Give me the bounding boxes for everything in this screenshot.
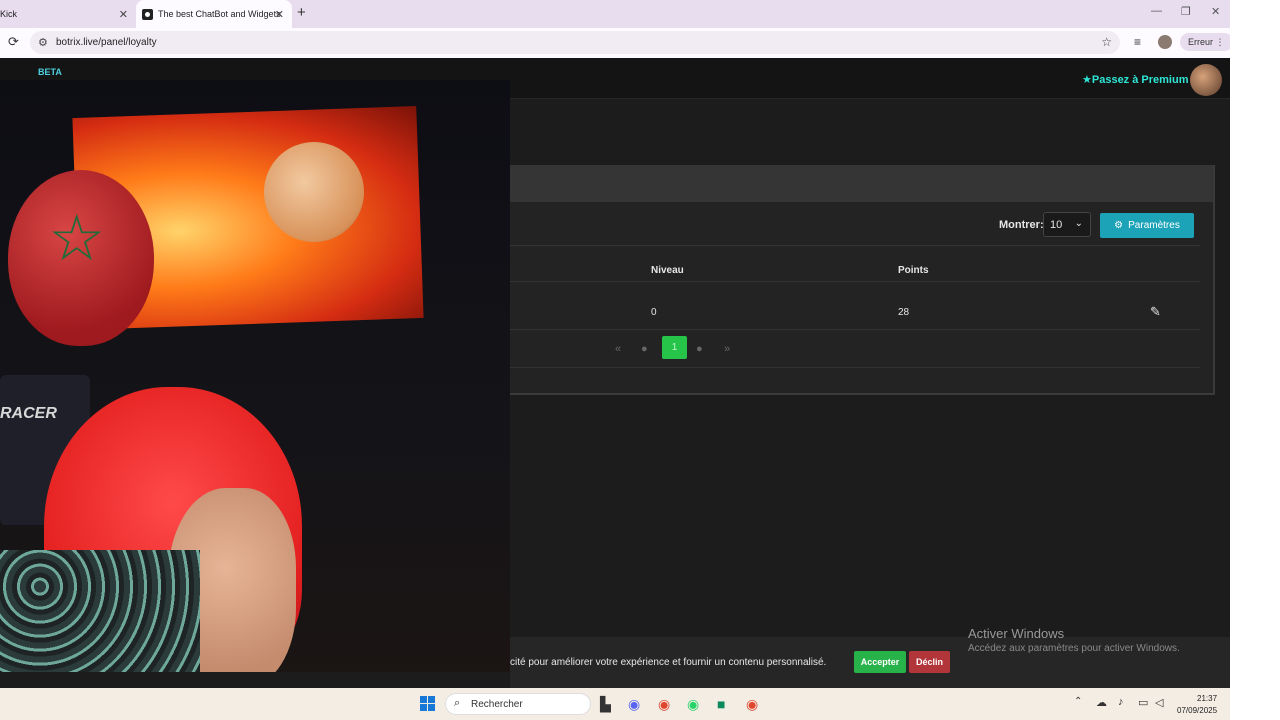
windows-taskbar: ⌕ Rechercher ▙ ◉ ◉ ◉ ■ ◉ ⌃ ☁ ♪ ▭ ◁ 21:37…	[0, 688, 1230, 720]
microphone-icon[interactable]: ♪	[1118, 696, 1124, 708]
screen-edge	[1230, 0, 1280, 720]
card-header	[510, 165, 1213, 202]
taskbar-search[interactable]: ⌕ Rechercher	[445, 693, 591, 715]
clock-time: 21:37	[1197, 694, 1218, 703]
moon-image	[264, 142, 364, 242]
cloud-icon[interactable]: ☁	[1096, 696, 1107, 709]
page-size-select[interactable]: 10 ⌄	[1043, 212, 1091, 237]
column-header-niveau[interactable]: Niveau	[651, 265, 684, 276]
premium-link[interactable]: ★Passez à Premium	[1082, 73, 1189, 86]
edit-pencil-icon[interactable]: ✎	[1150, 304, 1161, 320]
cell-points: 28	[898, 307, 910, 318]
divider	[510, 281, 1200, 282]
column-header-points[interactable]: Points	[898, 265, 929, 276]
task-view-icon[interactable]: ▙	[600, 696, 611, 713]
search-icon: ⌕	[454, 697, 461, 709]
url-text: botrix.live/panel/loyalty	[56, 37, 157, 48]
browser-tab-bar: Kick ✕ The best ChatBot and Widgets ✕ + …	[0, 0, 1230, 28]
person-shirt	[0, 550, 200, 672]
cell-niveau: 0	[651, 307, 657, 318]
whatsapp-icon[interactable]: ◉	[687, 696, 699, 713]
address-bar-row: ⟳ ⚙ botrix.live/panel/loyalty ☆	[0, 28, 1230, 58]
cookie-text: cité pour améliorer votre expérience et …	[510, 657, 827, 668]
star-icon: ★	[1082, 74, 1092, 86]
flag-star-icon: ☆	[48, 202, 106, 274]
tab-search-icon[interactable]: ≡	[1134, 35, 1141, 49]
tab-botrix[interactable]: The best ChatBot and Widgets ✕	[136, 0, 292, 28]
settings-button[interactable]: ⚙ Paramètres	[1100, 213, 1194, 238]
bookmark-star-icon[interactable]: ☆	[1101, 35, 1112, 49]
next-page-icon[interactable]: ●	[696, 343, 703, 355]
first-page-icon[interactable]: «	[615, 343, 621, 355]
activation-watermark-subtitle: Accédez aux paramètres pour activer Wind…	[968, 643, 1180, 654]
volume-icon[interactable]: ◁	[1155, 696, 1163, 709]
beta-badge: BETA	[38, 67, 62, 77]
activation-watermark-title: Activer Windows	[968, 626, 1065, 641]
chrome-icon[interactable]: ◉	[746, 696, 758, 713]
close-icon[interactable]: ✕	[275, 8, 284, 21]
maximize-icon[interactable]: ❐	[1181, 5, 1191, 18]
clock-date: 07/09/2025	[1177, 706, 1218, 715]
gears-icon: ⚙	[1114, 220, 1124, 231]
url-field[interactable]: ⚙ botrix.live/panel/loyalty ☆	[30, 31, 1120, 54]
discord-icon[interactable]: ◉	[628, 696, 640, 713]
show-label: Montrer:	[999, 219, 1044, 231]
chevron-up-icon[interactable]: ⌃	[1074, 696, 1082, 707]
prev-page-icon[interactable]: ●	[641, 343, 648, 355]
network-icon[interactable]: ▭	[1138, 696, 1148, 709]
new-tab-icon[interactable]: +	[297, 4, 306, 21]
chevron-down-icon: ⌄	[1074, 218, 1083, 229]
user-avatar[interactable]	[1190, 64, 1222, 96]
tab-kick[interactable]: Kick ✕	[0, 0, 136, 28]
divider	[510, 245, 1200, 246]
profile-avatar[interactable]	[1158, 35, 1172, 49]
site-info-icon[interactable]: ⚙	[38, 36, 48, 49]
tab-label: The best ChatBot and Widgets	[158, 9, 281, 19]
taskbar-clock[interactable]: 21:37 07/09/2025	[1177, 693, 1217, 717]
divider	[510, 367, 1200, 368]
app-icon[interactable]: ■	[717, 696, 725, 712]
chair-logo-text: RACER	[0, 405, 57, 422]
chrome-icon[interactable]: ◉	[658, 696, 670, 713]
loyalty-card: Montrer: 10 ⌄ ⚙ Paramètres Niveau Points…	[510, 165, 1215, 395]
last-page-icon[interactable]: »	[724, 343, 730, 355]
profile-error-button[interactable]: Erreur ⋮	[1180, 33, 1233, 51]
tab-label: Kick	[0, 9, 18, 19]
site-favicon-icon	[142, 8, 153, 20]
webcam-overlay: ☆ RACER	[0, 80, 510, 672]
start-button[interactable]	[420, 696, 435, 711]
reload-icon[interactable]: ⟳	[8, 34, 19, 50]
minimize-icon[interactable]: —	[1151, 5, 1162, 17]
decline-button[interactable]: Déclin	[909, 651, 950, 673]
accept-button[interactable]: Accepter	[854, 651, 906, 673]
window-close-icon[interactable]: ✕	[1211, 5, 1220, 18]
divider	[510, 329, 1200, 330]
search-placeholder: Rechercher	[471, 699, 523, 710]
page-button-current[interactable]: 1	[662, 336, 687, 359]
close-icon[interactable]: ✕	[119, 8, 128, 21]
